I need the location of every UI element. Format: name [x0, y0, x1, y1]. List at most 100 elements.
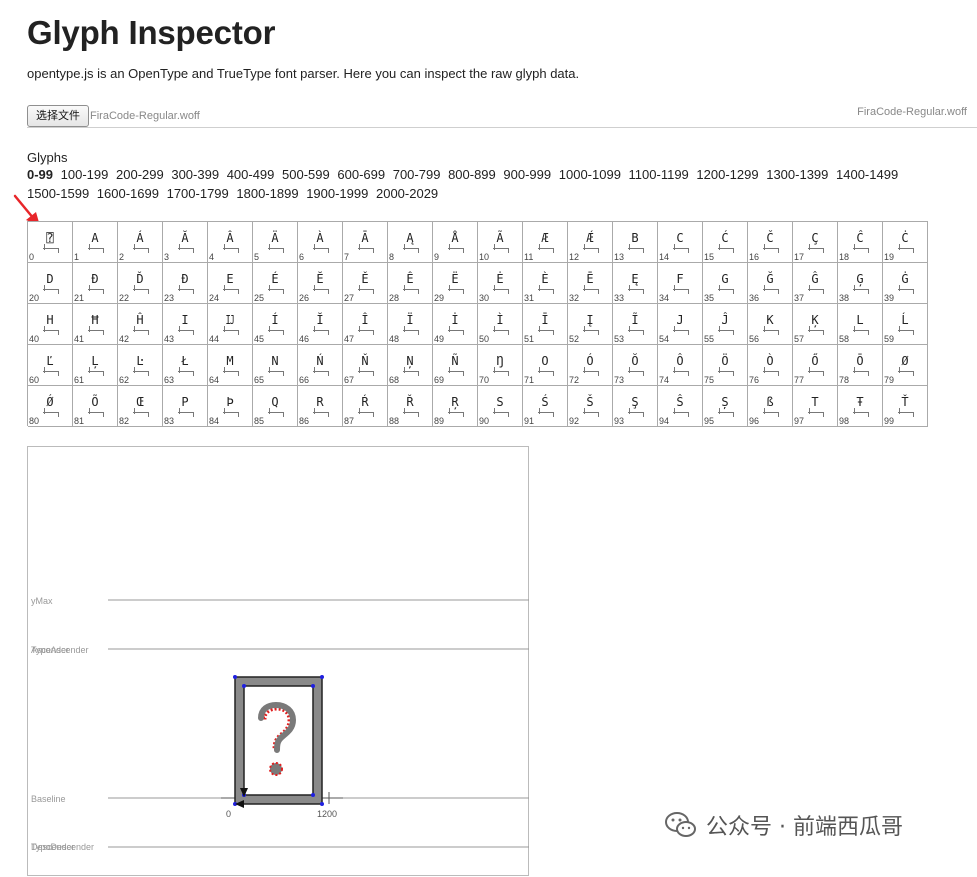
glyph-cell[interactable]: I 43	[163, 304, 208, 345]
glyph-cell[interactable]: N 65	[253, 345, 298, 386]
glyph-cell[interactable]: Î 47	[343, 304, 388, 345]
range-link[interactable]: 1600-1699	[97, 186, 159, 201]
range-link[interactable]: 1100-1199	[629, 167, 689, 182]
glyph-cell[interactable]: Į 52	[568, 304, 613, 345]
range-link[interactable]: 0-99	[27, 167, 53, 182]
glyph-cell[interactable]: Ĩ 53	[613, 304, 658, 345]
glyph-cell[interactable]: Ö 75	[703, 345, 748, 386]
glyph-cell[interactable]: ß 96	[748, 386, 793, 427]
glyph-cell[interactable]: Đ 23	[163, 263, 208, 304]
choose-file-button[interactable]: 选择文件	[27, 105, 89, 127]
glyph-cell[interactable]: Ë 29	[433, 263, 478, 304]
range-link[interactable]: 1900-1999	[306, 186, 368, 201]
glyph-cell[interactable]: Ň 67	[343, 345, 388, 386]
glyph-cell[interactable]: S 90	[478, 386, 523, 427]
glyph-cell[interactable]: Ē 32	[568, 263, 613, 304]
glyph-cell[interactable]: Ī 51	[523, 304, 568, 345]
glyph-cell[interactable]: Ç 17	[793, 222, 838, 263]
glyph-cell[interactable]: E 24	[208, 263, 253, 304]
glyph-cell[interactable]: Ő 77	[793, 345, 838, 386]
glyph-cell[interactable]: G 35	[703, 263, 748, 304]
range-link[interactable]: 200-299	[116, 167, 164, 182]
glyph-cell[interactable]: É 25	[253, 263, 298, 304]
glyph-cell[interactable]: Ņ 68	[388, 345, 433, 386]
glyph-cell[interactable]: Æ 11	[523, 222, 568, 263]
glyph-cell[interactable]: Ì 50	[478, 304, 523, 345]
glyph-cell[interactable]: Ĥ 42	[118, 304, 163, 345]
glyph-cell[interactable]: M 64	[208, 345, 253, 386]
glyph-cell[interactable]: Ć 15	[703, 222, 748, 263]
range-link[interactable]: 700-799	[393, 167, 441, 182]
glyph-cell[interactable]: Ê 28	[388, 263, 433, 304]
glyph-cell[interactable]: Â4	[208, 222, 253, 263]
glyph-cell[interactable]: Õ 81	[73, 386, 118, 427]
glyph-cell[interactable]: Č 16	[748, 222, 793, 263]
glyph-cell[interactable]: Ą8	[388, 222, 433, 263]
glyph-cell[interactable]: Ď 22	[118, 263, 163, 304]
glyph-cell[interactable]: È 31	[523, 263, 568, 304]
range-link[interactable]: 1700-1799	[167, 186, 229, 201]
glyph-cell[interactable]: ⍰ 0	[28, 222, 73, 263]
range-link[interactable]: 100-199	[61, 167, 109, 182]
glyph-cell[interactable]: Ľ 60	[28, 345, 73, 386]
glyph-cell[interactable]: Ǿ 80	[28, 386, 73, 427]
range-link[interactable]: 400-499	[227, 167, 275, 182]
glyph-cell[interactable]: Ĺ 59	[883, 304, 928, 345]
glyph-cell[interactable]: C 14	[658, 222, 703, 263]
range-link[interactable]: 1300-1399	[766, 167, 828, 182]
glyph-cell[interactable]: Œ 82	[118, 386, 163, 427]
glyph-cell[interactable]: H 40	[28, 304, 73, 345]
glyph-cell[interactable]: Ķ 57	[793, 304, 838, 345]
glyph-cell[interactable]: A1	[73, 222, 118, 263]
range-link[interactable]: 1000-1099	[559, 167, 621, 182]
glyph-cell[interactable]: Í 45	[253, 304, 298, 345]
glyph-cell[interactable]: Q 85	[253, 386, 298, 427]
glyph-cell[interactable]: Ė 30	[478, 263, 523, 304]
glyph-cell[interactable]: Ŀ 62	[118, 345, 163, 386]
glyph-cell[interactable]: Ș 95	[703, 386, 748, 427]
glyph-cell[interactable]: Š 92	[568, 386, 613, 427]
glyph-cell[interactable]: Ŕ 87	[343, 386, 388, 427]
glyph-cell[interactable]: Ċ 19	[883, 222, 928, 263]
glyph-cell[interactable]: Ş 93	[613, 386, 658, 427]
range-link[interactable]: 1400-1499	[836, 167, 898, 182]
range-link[interactable]: 300-399	[171, 167, 219, 182]
range-link[interactable]: 800-899	[448, 167, 496, 182]
glyph-cell[interactable]: Ř 88	[388, 386, 433, 427]
glyph-cell[interactable]: Ğ 36	[748, 263, 793, 304]
glyph-cell[interactable]: Ŏ 73	[613, 345, 658, 386]
glyph-cell[interactable]: Ð 21	[73, 263, 118, 304]
glyph-cell[interactable]: Ó 72	[568, 345, 613, 386]
glyph-cell[interactable]: À6	[298, 222, 343, 263]
glyph-cell[interactable]: Ä5	[253, 222, 298, 263]
glyph-cell[interactable]: İ 49	[433, 304, 478, 345]
glyph-cell[interactable]: Ã 10	[478, 222, 523, 263]
glyph-cell[interactable]: F 34	[658, 263, 703, 304]
range-link[interactable]: 1200-1299	[696, 167, 758, 182]
glyph-cell[interactable]: Ï 48	[388, 304, 433, 345]
glyph-cell[interactable]: R 86	[298, 386, 343, 427]
glyph-cell[interactable]: B 13	[613, 222, 658, 263]
glyph-cell[interactable]: Ĭ 46	[298, 304, 343, 345]
range-link[interactable]: 500-599	[282, 167, 330, 182]
glyph-cell[interactable]: Ħ 41	[73, 304, 118, 345]
glyph-cell[interactable]: J 54	[658, 304, 703, 345]
glyph-cell[interactable]: L 58	[838, 304, 883, 345]
glyph-cell[interactable]: Ł 63	[163, 345, 208, 386]
glyph-cell[interactable]: Ǽ 12	[568, 222, 613, 263]
glyph-cell[interactable]: Ĳ 44	[208, 304, 253, 345]
glyph-cell[interactable]: Ŗ 89	[433, 386, 478, 427]
glyph-cell[interactable]: K 56	[748, 304, 793, 345]
glyph-cell[interactable]: Å9	[433, 222, 478, 263]
range-link[interactable]: 900-999	[503, 167, 551, 182]
glyph-cell[interactable]: Á2	[118, 222, 163, 263]
glyph-cell[interactable]: Ñ 69	[433, 345, 478, 386]
glyph-cell[interactable]: Ø 79	[883, 345, 928, 386]
glyph-cell[interactable]: Ŋ 70	[478, 345, 523, 386]
glyph-cell[interactable]: Ġ 39	[883, 263, 928, 304]
glyph-cell[interactable]: Ò 76	[748, 345, 793, 386]
glyph-cell[interactable]: Ŧ 98	[838, 386, 883, 427]
glyph-cell[interactable]: Ę 33	[613, 263, 658, 304]
glyph-cell[interactable]: T 97	[793, 386, 838, 427]
glyph-cell[interactable]: Ô 74	[658, 345, 703, 386]
